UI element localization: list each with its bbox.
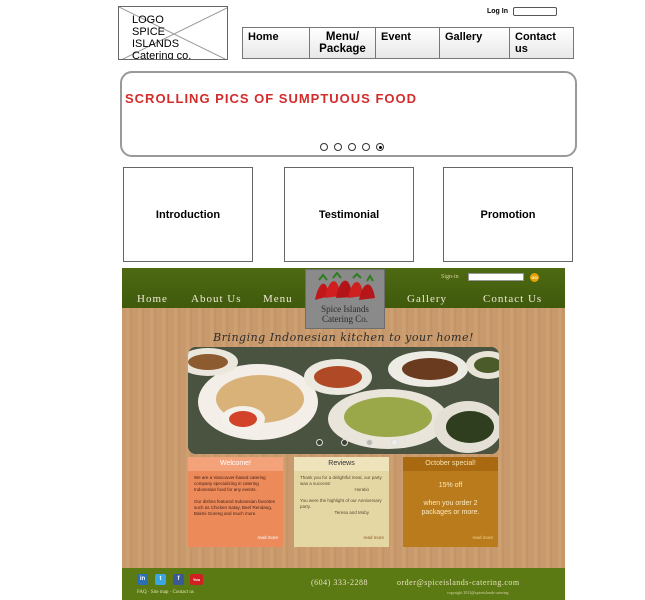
review-text: You were the highlight of our Anniversar… bbox=[300, 498, 382, 509]
special-title: October special! bbox=[403, 457, 498, 471]
twitter-icon[interactable]: t bbox=[155, 574, 166, 585]
logo-text: LOGO SPICE ISLANDS Catering co. bbox=[132, 14, 192, 60]
reviews-read-more-link[interactable]: read more bbox=[363, 535, 384, 540]
logo-line: SPICE bbox=[132, 26, 166, 38]
welcome-card: Welcome! We are a Vancouver-based cateri… bbox=[188, 457, 283, 547]
website-mockup: Home About Us Menu Gallery Contact Us Si… bbox=[122, 268, 565, 600]
review-text: Thank you for a delightful meal, our par… bbox=[300, 475, 382, 486]
welcome-read-more-link[interactable]: read more bbox=[257, 535, 278, 540]
photo-dot[interactable] bbox=[366, 439, 373, 446]
login-label: Log In bbox=[487, 8, 508, 15]
introduction-box[interactable]: Introduction bbox=[123, 167, 253, 262]
mock-nav-menu[interactable]: Menu bbox=[263, 293, 293, 305]
slide-dot-active[interactable] bbox=[376, 143, 384, 151]
special-condition: when you order 2 packages or more. bbox=[421, 500, 480, 516]
reviews-body: Thank you for a delightful meal, our par… bbox=[294, 471, 389, 520]
go-button[interactable]: GO bbox=[530, 273, 539, 282]
promotion-label: Promotion bbox=[480, 208, 536, 221]
nav-menu-package-label: Menu/ Package bbox=[319, 31, 366, 55]
tagline: Bringing Indonesian kitchen to your home… bbox=[213, 331, 474, 344]
photo-dot-active[interactable] bbox=[391, 439, 398, 446]
slide-dot[interactable] bbox=[362, 143, 370, 151]
special-discount: 15% off bbox=[438, 482, 463, 489]
chili-peppers-icon bbox=[315, 272, 375, 300]
mockup-footer: in t f You FAQ · Site map · Contact us (… bbox=[122, 568, 565, 600]
footer-email[interactable]: order@spiceislands-catering.com bbox=[397, 578, 520, 587]
nav-menu-package[interactable]: Menu/ Package bbox=[310, 28, 376, 58]
mock-nav-about-us[interactable]: About Us bbox=[191, 293, 241, 305]
slide-dot[interactable] bbox=[320, 143, 328, 151]
slide-dots bbox=[320, 143, 384, 151]
scrolling-banner[interactable]: SCROLLING PICS OF SUMPTUOUS FOOD bbox=[120, 71, 577, 157]
mock-nav-contact-us[interactable]: Contact Us bbox=[483, 293, 542, 305]
mock-nav-gallery[interactable]: Gallery bbox=[407, 293, 447, 305]
login-input[interactable] bbox=[513, 7, 557, 16]
footer-phone: (604) 333-2288 bbox=[311, 578, 368, 587]
food-photo-image bbox=[188, 347, 499, 454]
wireframe-logo[interactable]: LOGO SPICE ISLANDS Catering co. bbox=[118, 6, 228, 60]
slide-dot[interactable] bbox=[348, 143, 356, 151]
reviews-title: Reviews bbox=[294, 457, 389, 471]
nav-event[interactable]: Event bbox=[376, 28, 440, 58]
introduction-label: Introduction bbox=[155, 208, 221, 221]
nav-gallery[interactable]: Gallery bbox=[440, 28, 510, 58]
special-read-more-link[interactable]: read more bbox=[472, 535, 493, 540]
youtube-icon[interactable]: You bbox=[190, 574, 203, 585]
nav-contact-us[interactable]: Contact us bbox=[510, 28, 574, 58]
promotion-box[interactable]: Promotion bbox=[443, 167, 573, 262]
welcome-paragraph: We are a Vancouver-based catering compan… bbox=[194, 475, 266, 492]
nav-home[interactable]: Home bbox=[243, 28, 310, 58]
linkedin-icon[interactable]: in bbox=[137, 574, 148, 585]
mock-logo-line: Spice Islands bbox=[321, 304, 369, 314]
reviews-card: Reviews Thank you for a delightful meal,… bbox=[294, 457, 389, 547]
special-body: 15% off when you order 2 packages or mor… bbox=[403, 471, 498, 521]
october-special-card: October special! 15% off when you order … bbox=[403, 457, 498, 547]
welcome-paragraph: Our dishes featured Indonesian favorites… bbox=[194, 499, 276, 516]
mock-nav-home[interactable]: Home bbox=[137, 293, 168, 305]
wireframe-nav: Home Menu/ Package Event Gallery Contact… bbox=[242, 27, 574, 59]
logo-line: Catering co. bbox=[132, 50, 192, 60]
footer-links[interactable]: FAQ · Site map · Contact us bbox=[137, 590, 194, 595]
photo-dot[interactable] bbox=[341, 439, 348, 446]
photo-dot[interactable] bbox=[316, 439, 323, 446]
footer-copyright: copyright 2012@spiceislands-catering bbox=[447, 590, 509, 595]
spice-islands-logo[interactable]: Spice Islands Catering Co. bbox=[305, 269, 385, 329]
logo-line: LOGO bbox=[132, 14, 164, 26]
signin-label: Sign-in bbox=[441, 274, 459, 280]
testimonial-box[interactable]: Testimonial bbox=[284, 167, 414, 262]
logo-line: ISLANDS bbox=[132, 38, 180, 50]
slide-dot[interactable] bbox=[334, 143, 342, 151]
welcome-title: Welcome! bbox=[188, 457, 283, 471]
review-author: Horatio bbox=[354, 487, 369, 492]
facebook-icon[interactable]: f bbox=[173, 574, 184, 585]
photo-dots bbox=[316, 439, 398, 446]
signin-input[interactable] bbox=[468, 273, 524, 281]
testimonial-label: Testimonial bbox=[318, 208, 380, 221]
welcome-body: We are a Vancouver-based catering compan… bbox=[188, 471, 283, 521]
banner-text: SCROLLING PICS OF SUMPTUOUS FOOD bbox=[125, 91, 418, 106]
mock-logo-line: Catering Co. bbox=[322, 314, 368, 324]
food-photo-slider[interactable] bbox=[188, 347, 499, 454]
review-author: Teresa and Moby bbox=[334, 510, 369, 515]
